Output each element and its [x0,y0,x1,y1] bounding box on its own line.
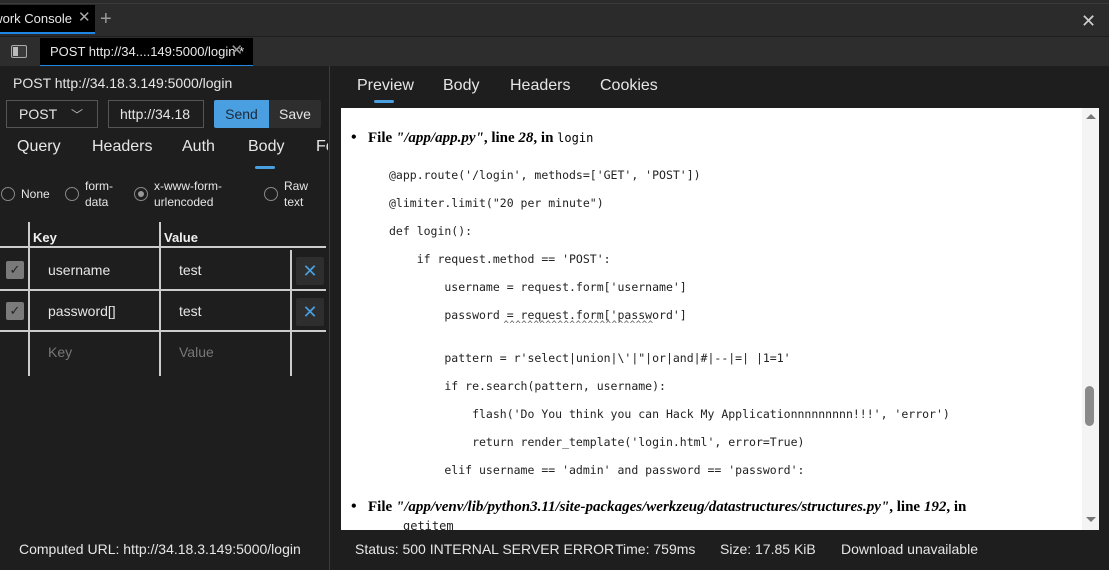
request-title: POST http://34.18.3.149:5000/login [13,75,233,91]
radio-form-data[interactable] [65,187,79,201]
radio-none-label: None [21,187,50,201]
sidebar-toggle-icon[interactable] [11,45,27,58]
new-value-input[interactable]: Value [179,344,214,360]
code-line: if re.search(pattern, username): [389,379,666,393]
active-tab-indicator [255,166,275,169]
status-text: Status: 500 INTERNAL SERVER ERROR [355,541,615,557]
preview-scrollbar[interactable] [1082,108,1099,530]
close-icon[interactable]: ✕ [78,10,92,25]
delete-row-icon[interactable]: ✕ [296,257,324,285]
column-divider [290,250,292,376]
scroll-down-icon[interactable] [1086,517,1096,522]
param-key[interactable]: password[] [48,303,116,319]
frame-file: "/app/venv/lib/python3.11/site-packages/… [395,499,890,515]
scrollbar-thumb[interactable] [1085,386,1094,426]
code-line: def login(): [389,224,473,238]
radio-urlencoded[interactable] [134,187,148,201]
tab-body[interactable]: Body [248,138,284,156]
column-divider [159,222,161,376]
computed-url: Computed URL: http://34.18.3.149:5000/lo… [19,541,301,557]
params-table-header: Key Value [0,222,326,248]
code-line: elif username == 'admin' and password ==… [389,463,805,477]
column-divider [28,222,30,376]
frame-func: login [557,131,594,145]
close-icon[interactable]: ✕ [230,43,243,58]
frame-line: 28 [518,130,534,146]
traceback-frame: File "/app/app.py", line 28, in login [351,129,594,147]
new-key-input[interactable]: Key [48,344,72,360]
body-type-radios: None form- data x-www-form- urlencoded R… [0,178,328,218]
checkbox-password[interactable]: ✓ [6,302,24,320]
key-column-header: Key [33,230,57,245]
chevron-down-icon: ﹀ [70,108,83,122]
plus-icon[interactable]: + [100,9,112,29]
close-icon[interactable]: ✕ [1081,12,1096,30]
download-status: Download unavailable [841,541,978,557]
radio-raw-text-label: Raw text [284,179,309,209]
code-line: flash('Do You think you can Hack My Appl… [389,407,950,421]
response-panel: Preview Body Headers Cookies File "/app/… [331,66,1109,570]
tab-auth[interactable]: Auth [182,138,215,156]
scroll-up-icon[interactable] [1086,114,1096,119]
code-line: username = request.form['username'] [389,280,687,294]
tab-headers[interactable]: Headers [92,138,152,156]
active-tab-indicator [374,100,394,103]
request-tab-bar: POST http://34....149:5000/login * ✕ [0,36,1109,67]
error-caret-line: ^^^^^^^^^^^^^^^^^^^^^^^^^ [389,320,654,330]
traceback-frame: File "/app/venv/lib/python3.11/site-pack… [351,498,966,516]
request-tab[interactable]: POST http://34....149:5000/login * ✕ [40,38,253,67]
tab-query[interactable]: Query [17,138,61,156]
checkbox-username[interactable]: ✓ [6,261,24,279]
code-line: @app.route('/login', methods=['GET', 'PO… [389,168,701,182]
request-panel: POST http://34.18.3.149:5000/login POST … [0,66,330,570]
window-tab-label: work Console [0,11,72,26]
frame-file: "/app/app.py" [395,130,484,146]
value-column-header: Value [164,230,198,245]
method-select[interactable]: POST ﹀ [6,100,98,128]
tab-cookies[interactable]: Cookies [600,77,658,95]
request-tabs: Query Headers Auth Body Fo [0,136,328,170]
preview-pane[interactable]: File "/app/app.py", line 28, in login @a… [341,108,1099,530]
save-button[interactable]: Save [269,100,321,128]
radio-none[interactable] [1,187,15,201]
radio-form-data-label: form- data [85,179,113,209]
param-row: ✓ username test ✕ [0,250,326,291]
request-tab-label: POST http://34....149:5000/login * [50,44,245,59]
time-text: Time: 759ms [615,541,696,557]
radio-raw-text[interactable] [264,187,278,201]
window-tab-network-console[interactable]: work Console ✕ [0,5,95,34]
url-input[interactable]: http://34.18 [108,100,204,128]
param-value[interactable]: test [179,262,202,278]
param-row: ✓ password[] test ✕ [0,291,326,332]
tab-headers[interactable]: Headers [510,77,570,95]
param-value[interactable]: test [179,303,202,319]
code-line: @limiter.limit("20 per minute") [389,196,604,210]
size-text: Size: 17.85 KiB [720,541,816,557]
new-param-row: Key Value [0,332,326,373]
send-button[interactable]: Send [214,100,269,128]
tab-preview[interactable]: Preview [357,77,414,95]
tab-body[interactable]: Body [443,77,479,95]
param-key[interactable]: username [48,262,110,278]
frame-line: 192 [923,499,947,515]
tab-form[interactable]: Fo [316,138,328,156]
delete-row-icon[interactable]: ✕ [296,298,324,326]
radio-urlencoded-label: x-www-form- urlencoded [154,179,222,209]
frame-func: getitem [403,519,454,530]
code-line: pattern = r'select|union|\'|"|or|and|#|-… [389,351,791,365]
title-bar: work Console ✕ + ✕ [0,4,1109,36]
code-line: if request.method == 'POST': [389,252,611,266]
method-value: POST [19,106,58,122]
code-line: return render_template('login.html', err… [389,435,805,449]
